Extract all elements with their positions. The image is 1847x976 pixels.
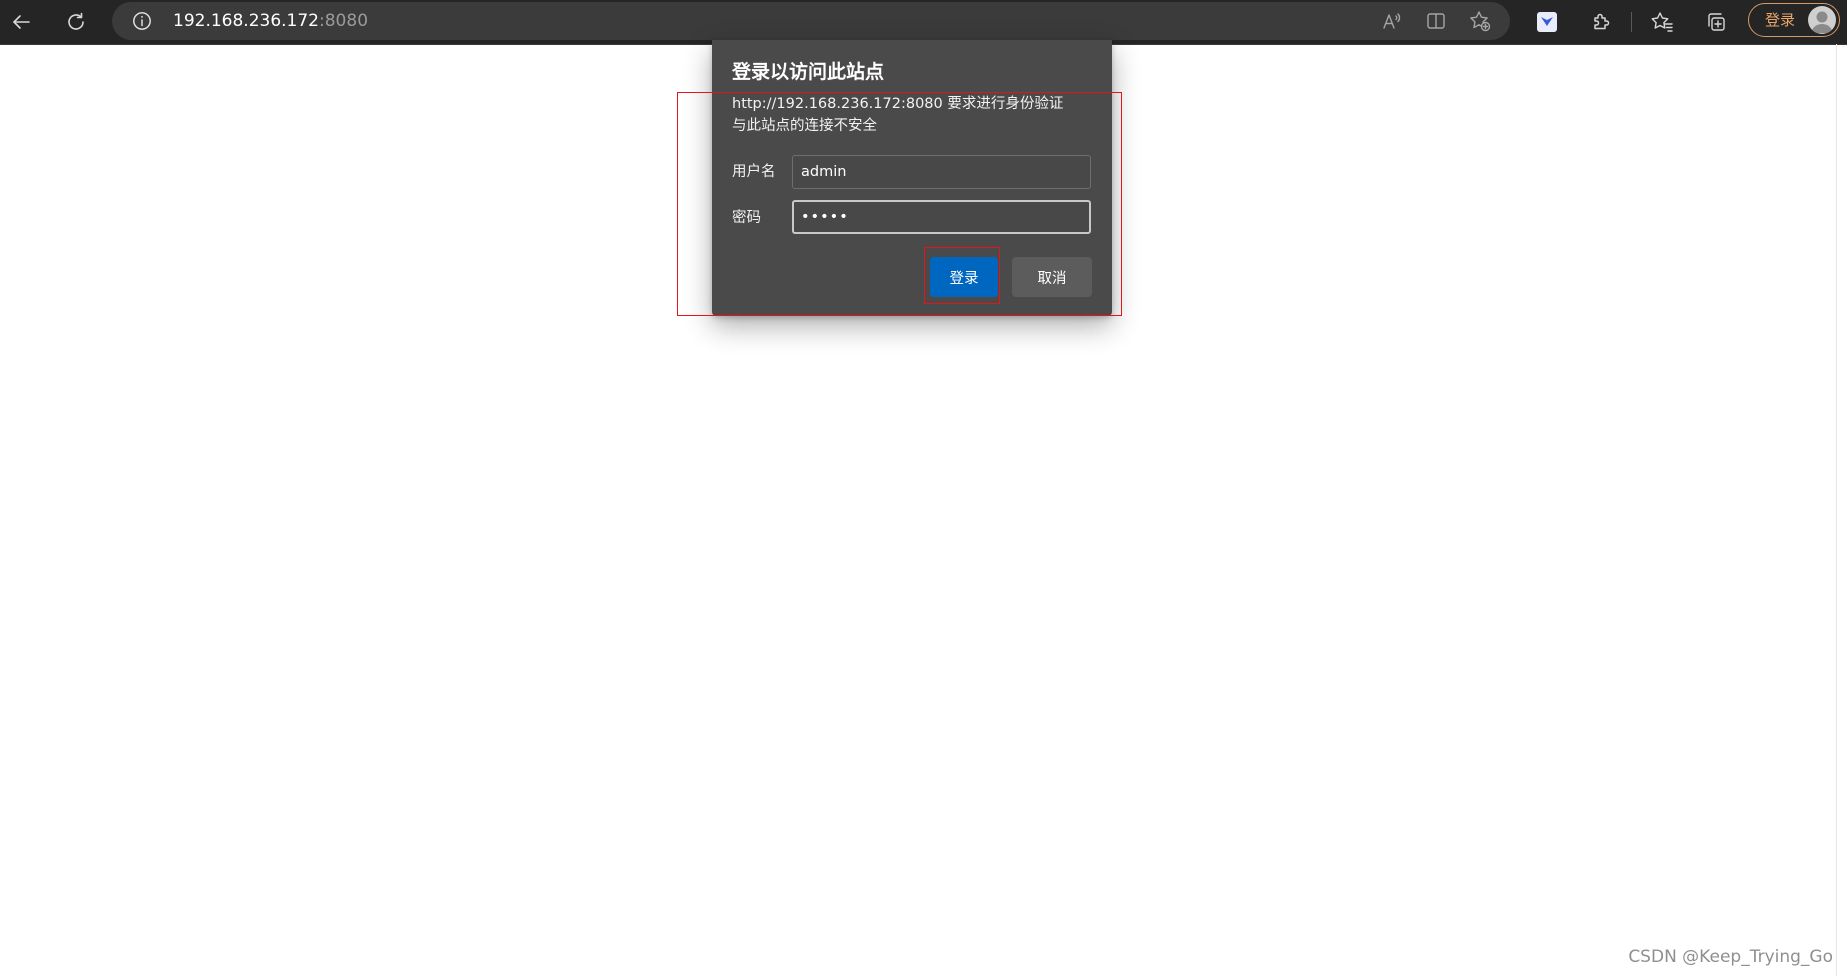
toolbar-separator [1631,12,1632,32]
favorites-button[interactable] [1646,6,1678,38]
avatar-icon [1808,6,1836,34]
collections-button[interactable] [1700,6,1732,38]
profile-button[interactable]: 登录 [1748,3,1840,37]
collections-icon [1708,13,1725,31]
username-input[interactable] [792,155,1091,189]
password-label: 密码 [732,210,761,226]
read-aloud-icon [1383,13,1401,29]
watermark: CSDN @Keep_Trying_Go [1628,947,1833,967]
viewport-edge [1836,44,1837,976]
url-port: :8080 [319,11,369,31]
read-aloud-button[interactable] [1380,9,1404,33]
password-input[interactable] [792,200,1091,234]
info-icon[interactable] [132,11,152,31]
dialog-auth-message: http://192.168.236.172:8080 要求进行身份验证 [732,96,1064,112]
refresh-button[interactable] [60,6,92,38]
split-screen-icon [1427,13,1445,29]
username-label: 用户名 [732,164,776,180]
add-favorite-button[interactable] [1468,9,1492,33]
auth-dialog: 登录以访问此站点 http://192.168.236.172:8080 要求进… [712,40,1112,316]
dialog-title: 登录以访问此站点 [732,61,885,83]
address-bar[interactable]: 192.168.236.172:8080 [112,2,1510,40]
extensions-button[interactable] [1585,6,1617,38]
add-favorite-icon [1470,11,1491,32]
favorites-icon [1651,12,1673,32]
browser-toolbar: 192.168.236.172:8080 登录 [0,0,1847,45]
dialog-security-message: 与此站点的连接不安全 [732,118,877,134]
extension-app-icon [1537,12,1557,32]
back-button[interactable] [5,6,37,38]
back-arrow-icon [13,15,30,29]
extension-app-button[interactable] [1531,6,1563,38]
url-text[interactable]: 192.168.236.172:8080 [173,10,368,32]
profile-label: 登录 [1765,11,1796,29]
url-host: 192.168.236.172 [173,11,320,31]
login-button[interactable]: 登录 [930,257,998,297]
refresh-icon [68,12,84,30]
cancel-button[interactable]: 取消 [1012,257,1092,297]
puzzle-icon [1594,13,1610,30]
split-screen-button[interactable] [1424,9,1448,33]
